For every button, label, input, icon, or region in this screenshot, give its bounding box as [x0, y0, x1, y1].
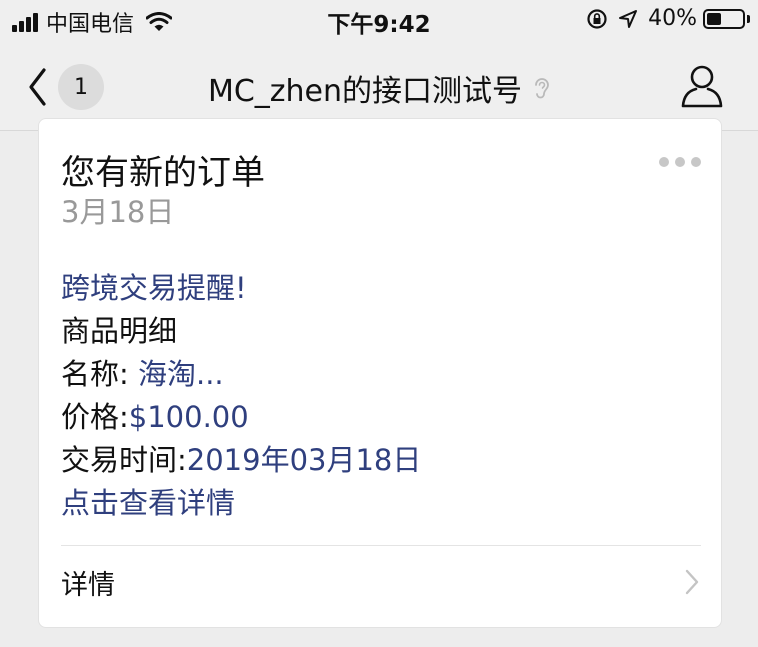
details-label: 详情: [61, 570, 115, 601]
view-details-link[interactable]: 点击查看详情: [61, 482, 421, 525]
message-body: 跨境交易提醒! 商品明细 名称: 海淘... 价格:$100.00 交易时间:2…: [61, 267, 421, 525]
price-label: 价格:: [61, 400, 129, 434]
message-title: 您有新的订单: [61, 153, 265, 193]
more-options-icon[interactable]: [653, 157, 701, 167]
battery-icon: [703, 8, 745, 29]
rotation-lock-icon: [587, 8, 607, 29]
time-value: 2019年03月18日: [186, 443, 422, 477]
name-line: 名称: 海淘...: [61, 353, 421, 396]
name-label: 名称:: [61, 357, 138, 391]
ear-icon: [535, 78, 549, 99]
price-line: 价格:$100.00: [61, 396, 421, 439]
nav-title-wrap: MC_zhen的接口测试号: [0, 66, 758, 110]
details-row[interactable]: 详情: [39, 547, 721, 625]
time-line: 交易时间:2019年03月18日: [61, 439, 421, 482]
alert-line: 跨境交易提醒!: [61, 271, 247, 305]
name-value: 海淘...: [138, 357, 224, 391]
battery-percent: 40%: [648, 6, 697, 31]
page-title: MC_zhen的接口测试号: [207, 74, 523, 109]
time-label: 交易时间:: [61, 443, 187, 477]
message-date: 3月18日: [61, 195, 175, 229]
price-value: $100.00: [128, 400, 249, 434]
location-icon: [619, 9, 638, 28]
chevron-right-icon: [685, 569, 699, 595]
section-line: 商品明细: [61, 314, 178, 348]
profile-icon[interactable]: [680, 62, 724, 110]
battery-fill: [707, 12, 721, 25]
status-right: 40%: [586, 6, 750, 31]
template-message-card[interactable]: 您有新的订单 3月18日 跨境交易提醒! 商品明细 名称: 海淘... 价格:$…: [38, 118, 722, 628]
status-bar: 中国电信 下午9:42 40%: [0, 0, 758, 44]
battery-cap: [747, 14, 750, 23]
divider: [61, 545, 701, 546]
